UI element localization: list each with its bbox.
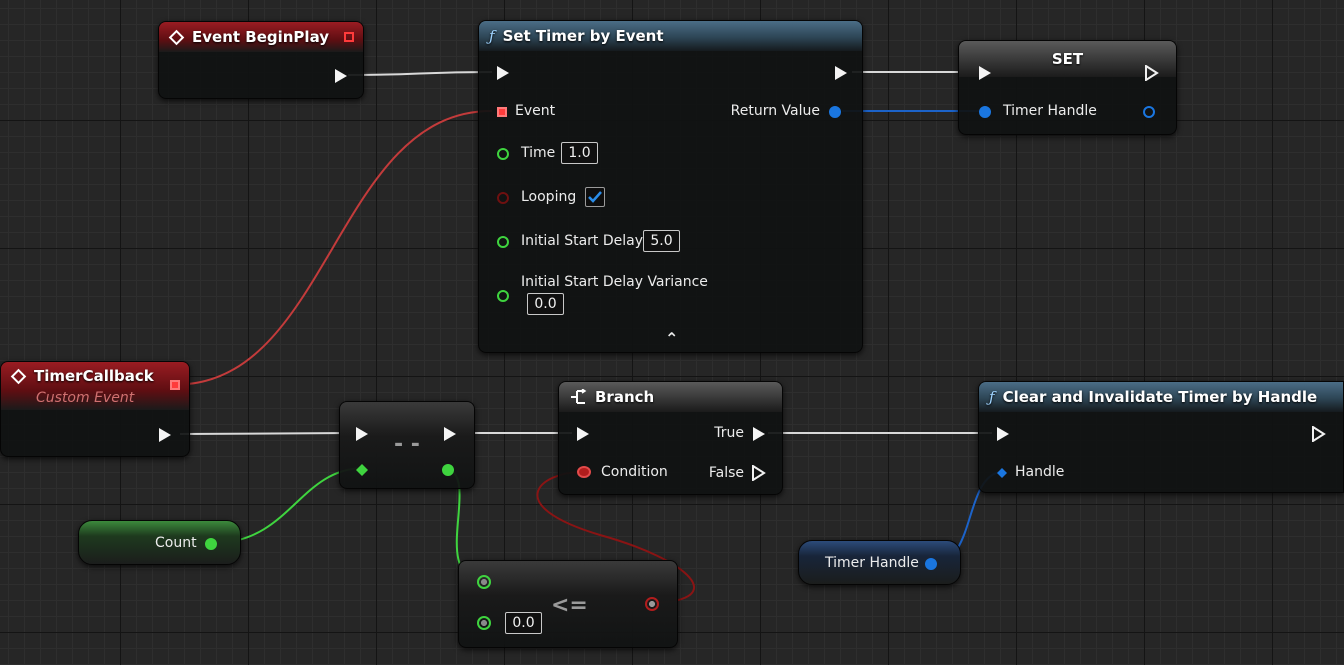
timer-callback-node[interactable]: TimerCallback Custom Event bbox=[0, 361, 190, 457]
exec-output-pin[interactable] bbox=[1312, 426, 1326, 442]
timer-handle-input-pin[interactable] bbox=[979, 106, 991, 118]
event-delegate-input-pin[interactable] bbox=[497, 107, 507, 117]
collapse-chevron-icon[interactable]: ⌃ bbox=[665, 329, 678, 348]
timer-callback-title: TimerCallback bbox=[34, 367, 154, 385]
handle-input-pin[interactable] bbox=[996, 467, 1008, 479]
initial-start-delay-label: Initial Start Delay bbox=[521, 233, 643, 249]
event-beginplay-node[interactable]: Event BeginPlay bbox=[158, 21, 364, 99]
exec-wire-beginplay-settimer bbox=[347, 71, 493, 76]
checkmark-icon bbox=[588, 191, 602, 203]
event-diamond-icon bbox=[168, 29, 185, 45]
exec-input-pin[interactable] bbox=[356, 427, 368, 441]
exec-output-pin[interactable] bbox=[835, 66, 847, 80]
compare-b-input-pin[interactable] bbox=[477, 616, 491, 630]
exec-input-pin[interactable] bbox=[497, 66, 509, 80]
set-timer-by-event-node[interactable]: ƒ Set Timer by Event Event Return Value … bbox=[478, 20, 863, 353]
looping-input-pin[interactable] bbox=[497, 192, 509, 204]
exec-output-pin[interactable] bbox=[1145, 65, 1159, 81]
variance-value-field[interactable]: 0.0 bbox=[527, 293, 564, 315]
condition-input-pin[interactable] bbox=[577, 466, 591, 478]
less-equal-operator: <= bbox=[551, 593, 588, 618]
function-icon: ƒ bbox=[989, 388, 995, 406]
exec-wire-callback-decrement bbox=[179, 432, 353, 435]
false-exec-output-pin[interactable] bbox=[752, 465, 766, 481]
decrement-operator: - - bbox=[394, 432, 420, 457]
looping-label: Looping bbox=[521, 189, 577, 205]
return-value-pin[interactable] bbox=[829, 106, 841, 118]
clear-timer-node[interactable]: ƒ Clear and Invalidate Timer by Handle H… bbox=[978, 381, 1344, 493]
time-value-field[interactable]: 1.0 bbox=[561, 142, 598, 164]
decrement-node[interactable]: - - bbox=[339, 401, 475, 489]
timer-handle-variable-node[interactable]: Timer Handle bbox=[798, 540, 961, 585]
exec-output-pin[interactable] bbox=[335, 69, 347, 83]
exec-input-pin[interactable] bbox=[577, 427, 589, 441]
set-timer-header[interactable]: ƒ Set Timer by Event bbox=[479, 21, 862, 51]
count-output-pin[interactable] bbox=[205, 538, 217, 550]
event-pin-label: Event bbox=[515, 103, 556, 119]
timer-handle-label: Timer Handle bbox=[1003, 103, 1097, 119]
initial-start-delay-pin[interactable] bbox=[497, 236, 509, 248]
return-value-label: Return Value bbox=[730, 103, 820, 119]
true-exec-output-pin[interactable] bbox=[753, 427, 765, 441]
branch-icon bbox=[571, 389, 587, 404]
compare-bool-output-pin[interactable] bbox=[645, 597, 659, 611]
exec-input-pin[interactable] bbox=[997, 427, 1009, 441]
compare-b-value-field[interactable]: 0.0 bbox=[505, 612, 542, 634]
custom-event-subtitle: Custom Event bbox=[36, 390, 135, 406]
exec-output-pin[interactable] bbox=[444, 427, 456, 441]
count-variable-node[interactable]: Count bbox=[78, 520, 241, 565]
exec-output-pin[interactable] bbox=[159, 428, 171, 442]
clear-timer-title: Clear and Invalidate Timer by Handle bbox=[1002, 388, 1318, 406]
time-input-pin[interactable] bbox=[497, 148, 509, 160]
set-header[interactable]: SET bbox=[959, 41, 1176, 77]
variance-input-pin[interactable] bbox=[497, 290, 509, 302]
initial-start-delay-field[interactable]: 5.0 bbox=[643, 230, 680, 252]
event-beginplay-title: Event BeginPlay bbox=[192, 28, 330, 46]
timer-handle-output-pin[interactable] bbox=[925, 558, 937, 570]
timer-handle-var-label: Timer Handle bbox=[825, 555, 919, 571]
condition-label: Condition bbox=[601, 464, 668, 480]
event-beginplay-header[interactable]: Event BeginPlay bbox=[159, 22, 363, 52]
false-label: False bbox=[708, 465, 744, 481]
int-input-pin[interactable] bbox=[355, 463, 369, 477]
int-output-pin[interactable] bbox=[442, 464, 454, 476]
clear-timer-header[interactable]: ƒ Clear and Invalidate Timer by Handle bbox=[979, 382, 1343, 412]
function-icon: ƒ bbox=[489, 27, 495, 45]
true-label: True bbox=[714, 425, 744, 441]
branch-node[interactable]: Branch True Condition False bbox=[558, 381, 783, 495]
set-title: SET bbox=[1051, 50, 1084, 68]
delegate-output-pin[interactable] bbox=[344, 32, 354, 42]
branch-title: Branch bbox=[595, 388, 655, 406]
time-label: Time bbox=[521, 145, 556, 161]
set-timer-title: Set Timer by Event bbox=[502, 27, 664, 45]
event-diamond-icon bbox=[10, 368, 27, 385]
count-label: Count bbox=[155, 535, 197, 551]
looping-checkbox[interactable] bbox=[585, 187, 605, 207]
delegate-wire-callback-event bbox=[187, 109, 493, 385]
handle-label: Handle bbox=[1015, 464, 1065, 480]
compare-a-input-pin[interactable] bbox=[477, 575, 491, 589]
delegate-output-pin[interactable] bbox=[170, 380, 180, 390]
exec-input-pin[interactable] bbox=[979, 66, 991, 80]
branch-header[interactable]: Branch bbox=[559, 382, 782, 412]
timer-handle-output-pin[interactable] bbox=[1143, 106, 1155, 118]
variance-label: Initial Start Delay Variance bbox=[521, 274, 708, 290]
set-variable-node[interactable]: SET Timer Handle bbox=[958, 40, 1177, 135]
less-equal-node[interactable]: 0.0 <= bbox=[458, 560, 678, 648]
